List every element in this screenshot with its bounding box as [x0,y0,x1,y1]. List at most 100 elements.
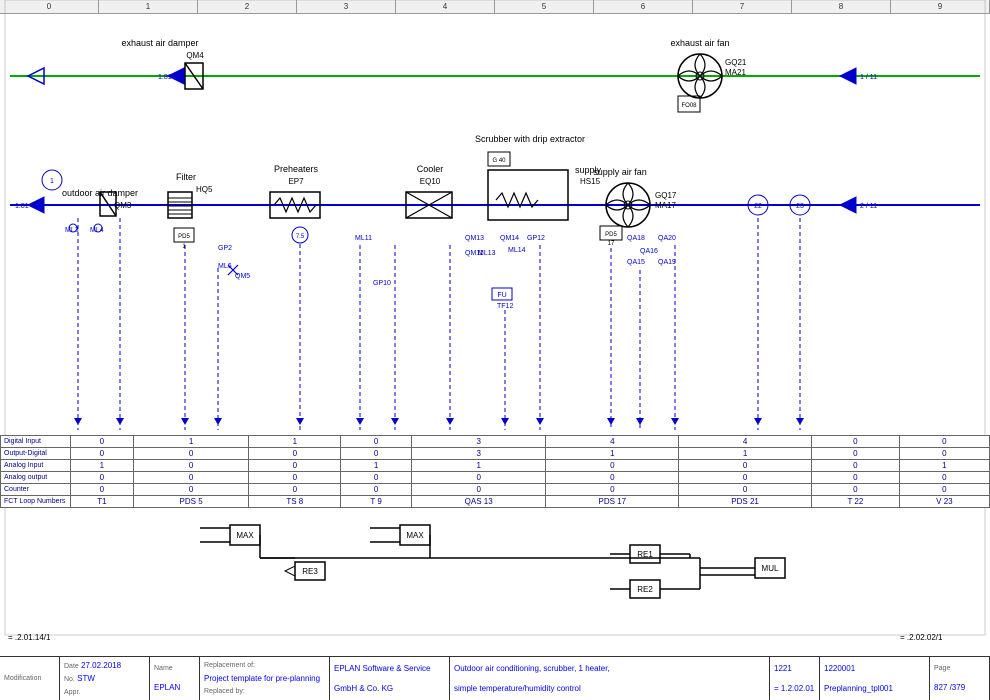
io-row-value: PDS 21 [679,496,812,508]
filter-label: Filter [176,172,196,182]
io-row-value: 0 [341,436,412,448]
io-row-label: Output-Digital [1,448,71,460]
description-section: Outdoor air conditioning, scrubber, 1 he… [450,657,770,700]
gp10-label: GP10 [373,280,391,287]
control-logic-diagram: MAX RE3 MAX RE1 RE2 MUL [200,520,800,610]
hq5-label: HQ5 [196,185,213,194]
ma21-label: MA21 [725,68,746,77]
max2-label: MAX [406,531,424,540]
io-row-value: 0 [341,484,412,496]
val-7-5: 7.5 [296,234,305,240]
qa19-label: QA19 [658,259,676,266]
io-row-value: 0 [133,472,249,484]
io-row-value: PDS 5 [133,496,249,508]
drawing-no-section: 1221 = 1.2.02.01 [770,657,820,700]
io-row-value: 0 [811,436,899,448]
cooler-label: Cooler [417,164,444,174]
io-row-value: 0 [411,484,545,496]
gq17-label: GQ17 [655,191,677,200]
io-row-value: 0 [546,472,679,484]
io-row-value: 0 [679,472,812,484]
io-row-value: T 22 [811,496,899,508]
io-row-value: 0 [811,484,899,496]
supply-text: supply [575,165,602,175]
ref-2-11: 2 / 11 [860,203,877,210]
io-row-value: 0 [249,484,341,496]
scrubber-label: Scrubber with drip extractor [475,134,585,144]
io-row-value: 0 [249,460,341,472]
ml11-label: ML11 [355,235,372,242]
exhaust-air-fan-label: exhaust air fan [670,38,729,48]
sensor-left: 1 [50,178,54,185]
pd5-label: PD5 [178,234,190,240]
preheaters-label: Preheaters [274,164,319,174]
io-row-value: PDS 17 [546,496,679,508]
ref-1-81: 1.81 [158,74,172,81]
exhaust-air-damper-label: exhaust air damper [121,38,198,48]
io-row-value: 0 [341,448,412,460]
io-row-value: 1 [341,460,412,472]
gp2-label: GP2 [218,245,232,252]
no-value: STW [77,674,95,683]
sensor23: 23 [796,203,804,210]
io-row-value: 0 [133,484,249,496]
ep7-label: EP7 [288,177,304,186]
io-row-value: 3 [411,436,545,448]
io-row-value: 0 [811,460,899,472]
fu-label: FU [497,292,506,299]
page-ref-right: = .2.02.02/1 [900,633,943,642]
io-row-value: 1 [899,460,989,472]
page-label: Page [934,665,985,672]
drawing-no: 1221 [774,664,815,673]
date-section: Date 27.02.2018 No. STW Appr. [60,657,150,700]
io-row-value: 0 [899,472,989,484]
max1-label: MAX [236,531,254,540]
re2-label: RE2 [637,585,653,594]
io-row-value: T1 [71,496,134,508]
io-row-value: 0 [679,460,812,472]
io-row-value: TS 8 [249,496,341,508]
io-row-value: 1 [133,436,249,448]
io-row-value: 3 [411,448,545,460]
doc-section: 1220001 Preplanning_tpl001 [820,657,930,700]
fo08-label: FO08 [681,103,697,109]
desc2: simple temperature/humidity control [454,684,765,693]
io-row-label: Analog Input [1,460,71,472]
date-label-text: Date [64,663,79,670]
io-row-value: 0 [811,472,899,484]
io-row-value: 0 [249,448,341,460]
io-row-value: 4 [546,436,679,448]
ma17-label: MA17 [655,201,676,210]
page-number: 827 /379 [934,683,985,692]
qm14-label: QM14 [500,235,519,242]
io-row-value: 0 [411,472,545,484]
sensor22: 22 [754,203,762,210]
ref-1-11: 1 / 11 [860,74,877,81]
g40-label: G 40 [492,158,506,164]
qm13-label: QM13 [465,235,484,242]
hs15-label: HS15 [580,177,601,186]
client-name: EPLAN Software & Service [334,664,445,673]
eq10-label: EQ10 [420,177,441,186]
io-row-value: 0 [133,460,249,472]
mul-label: MUL [762,564,779,573]
no-label-text: No. [64,676,75,683]
qa16-label: QA16 [640,248,658,255]
io-row-value: 0 [341,472,412,484]
appr-label-text: Appr. [64,689,80,696]
re3-label: RE3 [302,567,318,576]
ml14-label: ML14 [508,247,526,254]
client-section: EPLAN Software & Service GmbH & Co. KG [330,657,450,700]
name-section: Name EPLAN [150,657,200,700]
modification-section: Modification [0,657,60,700]
num1-label: 1 [182,244,186,250]
io-row-value: 4 [679,436,812,448]
io-row-label: FCT Loop Numbers [1,496,71,508]
io-row-value: 1 [546,448,679,460]
title-block: Modification Date 27.02.2018 No. STW App… [0,656,990,700]
io-row-label: Analog output [1,472,71,484]
io-row-value: 1 [679,448,812,460]
pd5-17-label: PD5 [605,232,617,238]
qa18-label: QA18 [627,235,645,242]
io-row-value: 0 [899,484,989,496]
